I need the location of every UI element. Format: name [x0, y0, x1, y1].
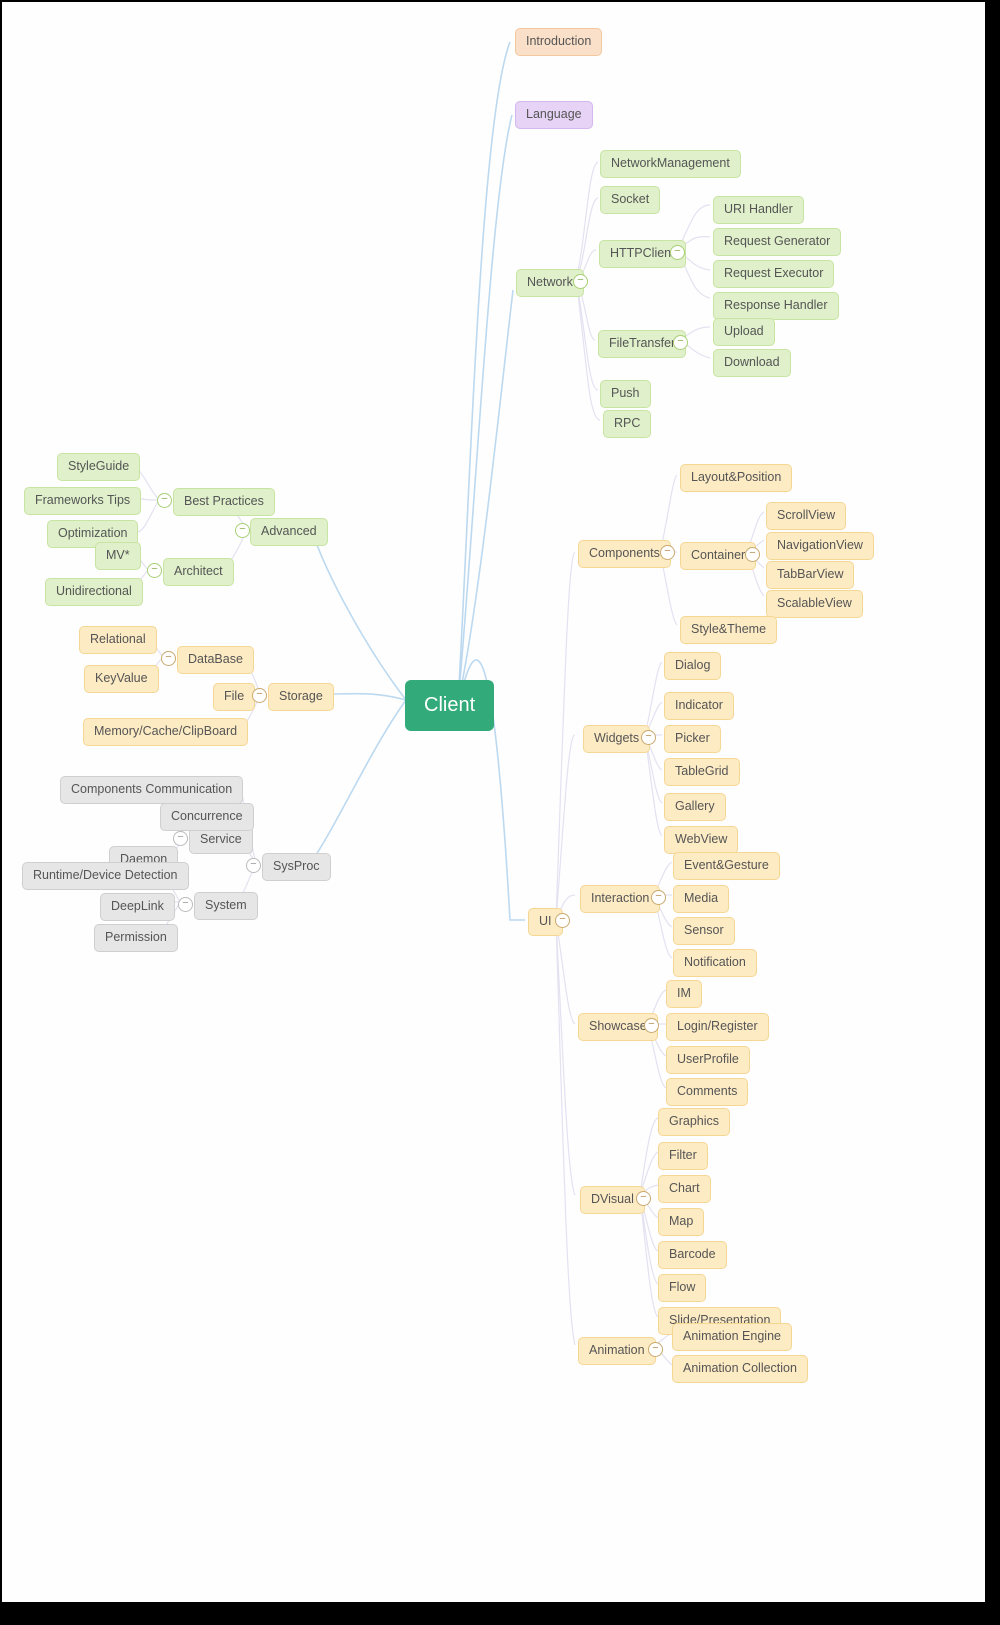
- toggle-httpclient[interactable]: −: [670, 245, 685, 260]
- node-runtime[interactable]: Runtime/Device Detection: [22, 862, 189, 890]
- node-gallery[interactable]: Gallery: [664, 793, 726, 821]
- toggle-dvisual[interactable]: −: [636, 1191, 651, 1206]
- node-database[interactable]: DataBase: [177, 646, 254, 674]
- node-webview[interactable]: WebView: [664, 826, 738, 854]
- node-sysproc[interactable]: SysProc: [262, 853, 331, 881]
- node-push[interactable]: Push: [600, 380, 651, 408]
- node-deeplink[interactable]: DeepLink: [100, 893, 175, 921]
- node-barcode[interactable]: Barcode: [658, 1241, 727, 1269]
- toggle-ui[interactable]: −: [555, 913, 570, 928]
- node-system[interactable]: System: [194, 892, 258, 920]
- node-socket[interactable]: Socket: [600, 186, 660, 214]
- toggle-service[interactable]: −: [173, 831, 188, 846]
- node-compcomm[interactable]: Components Communication: [60, 776, 243, 804]
- node-storage[interactable]: Storage: [268, 683, 334, 711]
- node-file[interactable]: File: [213, 683, 255, 711]
- node-concurrence[interactable]: Concurrence: [160, 803, 254, 831]
- node-download[interactable]: Download: [713, 349, 791, 377]
- node-request-executor[interactable]: Request Executor: [713, 260, 834, 288]
- node-event[interactable]: Event&Gesture: [673, 852, 780, 880]
- toggle-database[interactable]: −: [161, 651, 176, 666]
- node-picker[interactable]: Picker: [664, 725, 721, 753]
- node-memcache[interactable]: Memory/Cache/ClipBoard: [83, 718, 248, 746]
- node-rpc[interactable]: RPC: [603, 410, 651, 438]
- toggle-showcase[interactable]: −: [644, 1018, 659, 1033]
- node-scalableview[interactable]: ScalableView: [766, 590, 863, 618]
- node-language[interactable]: Language: [515, 101, 593, 129]
- node-tablegrid[interactable]: TableGrid: [664, 758, 740, 786]
- node-layoutpos[interactable]: Layout&Position: [680, 464, 792, 492]
- node-filter[interactable]: Filter: [658, 1142, 708, 1170]
- node-relational[interactable]: Relational: [79, 626, 157, 654]
- toggle-container[interactable]: −: [745, 547, 760, 562]
- node-chart[interactable]: Chart: [658, 1175, 711, 1203]
- node-tabbarview[interactable]: TabBarView: [766, 561, 854, 589]
- toggle-advanced[interactable]: −: [235, 523, 250, 538]
- mindmap-canvas: Client Introduction Language Network − N…: [0, 0, 1000, 1625]
- node-components[interactable]: Components: [578, 540, 671, 568]
- node-flow[interactable]: Flow: [658, 1274, 706, 1302]
- node-indicator[interactable]: Indicator: [664, 692, 734, 720]
- node-map[interactable]: Map: [658, 1208, 704, 1236]
- toggle-animation[interactable]: −: [648, 1342, 663, 1357]
- node-sensor[interactable]: Sensor: [673, 917, 735, 945]
- node-notification[interactable]: Notification: [673, 949, 757, 977]
- node-anim-coll[interactable]: Animation Collection: [672, 1355, 808, 1383]
- toggle-components[interactable]: −: [660, 545, 675, 560]
- node-scrollview[interactable]: ScrollView: [766, 502, 846, 530]
- toggle-architect[interactable]: −: [147, 563, 162, 578]
- node-advanced[interactable]: Advanced: [250, 518, 328, 546]
- node-uri-handler[interactable]: URI Handler: [713, 196, 804, 224]
- node-interaction[interactable]: Interaction: [580, 885, 660, 913]
- node-frameworks-tips[interactable]: Frameworks Tips: [24, 487, 141, 515]
- root-node-client[interactable]: Client: [405, 680, 494, 731]
- node-styletheme[interactable]: Style&Theme: [680, 616, 777, 644]
- node-media[interactable]: Media: [673, 885, 729, 913]
- node-request-generator[interactable]: Request Generator: [713, 228, 841, 256]
- node-anim-engine[interactable]: Animation Engine: [672, 1323, 792, 1351]
- node-navview[interactable]: NavigationView: [766, 532, 874, 560]
- toggle-best-practices[interactable]: −: [157, 493, 172, 508]
- node-response-handler[interactable]: Response Handler: [713, 292, 839, 320]
- node-upload[interactable]: Upload: [713, 318, 775, 346]
- node-styleguide[interactable]: StyleGuide: [57, 453, 140, 481]
- node-unidirectional[interactable]: Unidirectional: [45, 578, 143, 606]
- node-graphics[interactable]: Graphics: [658, 1108, 730, 1136]
- toggle-network[interactable]: −: [573, 274, 588, 289]
- node-architect[interactable]: Architect: [163, 558, 234, 586]
- toggle-system[interactable]: −: [178, 897, 193, 912]
- node-best-practices[interactable]: Best Practices: [173, 488, 275, 516]
- node-networkmanagement[interactable]: NetworkManagement: [600, 150, 741, 178]
- node-userprofile[interactable]: UserProfile: [666, 1046, 750, 1074]
- node-permission[interactable]: Permission: [94, 924, 178, 952]
- node-login[interactable]: Login/Register: [666, 1013, 769, 1041]
- toggle-sysproc[interactable]: −: [246, 858, 261, 873]
- toggle-storage[interactable]: −: [252, 688, 267, 703]
- node-keyvalue[interactable]: KeyValue: [84, 665, 159, 693]
- node-im[interactable]: IM: [666, 980, 702, 1008]
- node-dialog[interactable]: Dialog: [664, 652, 721, 680]
- toggle-filetransfer[interactable]: −: [673, 335, 688, 350]
- node-mv[interactable]: MV*: [95, 542, 141, 570]
- toggle-interaction[interactable]: −: [651, 890, 666, 905]
- node-animation[interactable]: Animation: [578, 1337, 656, 1365]
- toggle-widgets[interactable]: −: [641, 730, 656, 745]
- node-widgets[interactable]: Widgets: [583, 725, 650, 753]
- node-comments[interactable]: Comments: [666, 1078, 748, 1106]
- node-introduction[interactable]: Introduction: [515, 28, 602, 56]
